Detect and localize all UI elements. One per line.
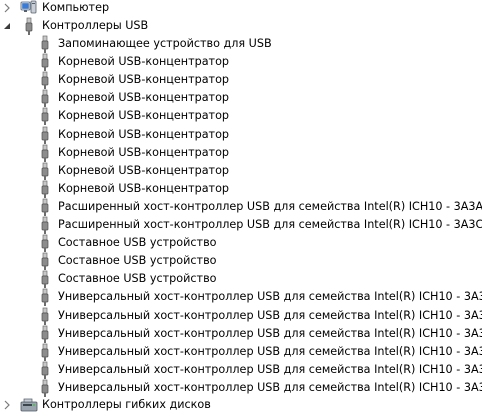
usb-device-label: Универсальный хост-контроллер USB для се… — [58, 326, 482, 340]
usb-device-label: Корневой USB-концентратор — [58, 145, 230, 159]
usb-device-item[interactable]: Универсальный хост-контроллер USB для се… — [36, 379, 482, 397]
usb-device-label: Составное USB устройство — [58, 254, 217, 268]
usb-device-label: Расширенный хост-контроллер USB для семе… — [58, 199, 482, 213]
tree-node-label: Контроллеры гибких дисков — [42, 398, 211, 411]
floppy-controller-icon — [20, 396, 38, 414]
usb-plug-icon — [36, 252, 54, 271]
usb-plug-icon — [36, 361, 54, 379]
computer-icon — [20, 0, 38, 17]
usb-device-label: Корневой USB-концентратор — [58, 181, 230, 195]
usb-device-item[interactable]: Расширенный хост-контроллер USB для семе… — [36, 198, 482, 216]
usb-plug-icon — [36, 180, 54, 198]
usb-plug-icon — [36, 53, 54, 72]
usb-plug-icon — [36, 325, 54, 343]
expand-arrow-icon[interactable] — [2, 0, 12, 17]
usb-plug-icon — [36, 162, 54, 180]
usb-device-label: Составное USB устройство — [58, 236, 217, 250]
usb-device-item[interactable]: Универсальный хост-контроллер USB для се… — [36, 288, 482, 307]
usb-plug-icon — [36, 216, 54, 234]
usb-device-item[interactable]: Составное USB устройство — [36, 234, 217, 253]
usb-device-item[interactable]: Составное USB устройство — [36, 270, 217, 289]
usb-device-item[interactable]: Составное USB устройство — [36, 252, 217, 271]
usb-device-item[interactable]: Универсальный хост-контроллер USB для се… — [36, 343, 482, 361]
tree-node-label: Контроллеры USB — [42, 19, 149, 32]
tree-node-floppy-controllers[interactable]: Контроллеры гибких дисков — [2, 396, 211, 414]
tree-node-label: Компьютер — [42, 1, 110, 14]
usb-plug-icon — [36, 71, 54, 90]
usb-device-label: Корневой USB-концентратор — [58, 55, 230, 69]
usb-device-item[interactable]: Корневой USB-концентратор — [36, 144, 229, 162]
usb-plug-icon — [36, 35, 54, 53]
usb-device-label: Корневой USB-концентратор — [58, 91, 230, 105]
tree-node-usb-controllers[interactable]: Контроллеры USB — [2, 17, 148, 35]
usb-device-item[interactable]: Запоминающее устройство для USB — [36, 35, 272, 53]
usb-device-label: Корневой USB-концентратор — [58, 73, 230, 87]
usb-device-item[interactable]: Корневой USB-концентратор — [36, 89, 230, 108]
usb-plug-icon — [36, 343, 54, 361]
usb-device-label: Универсальный хост-контроллер USB для се… — [58, 290, 482, 304]
usb-plug-icon — [36, 307, 54, 325]
usb-device-label: Универсальный хост-контроллер USB для се… — [58, 344, 482, 358]
usb-device-label: Расширенный хост-контроллер USB для семе… — [58, 218, 482, 231]
usb-device-label: Универсальный хост-контроллер USB для се… — [58, 308, 482, 322]
usb-device-item[interactable]: Расширенный хост-контроллер USB для семе… — [36, 216, 482, 234]
usb-plug-icon — [36, 107, 54, 126]
usb-plug-icon — [36, 234, 54, 253]
tree-node-computer[interactable]: Компьютер — [2, 0, 109, 17]
usb-device-label: Универсальный хост-контроллер USB для се… — [58, 362, 482, 376]
usb-device-label: Корневой USB-концентратор — [58, 163, 230, 177]
usb-device-item[interactable]: Корневой USB-концентратор — [36, 107, 230, 126]
usb-plug-icon — [36, 89, 54, 108]
usb-device-label: Универсальный хост-контроллер USB для се… — [58, 380, 482, 394]
usb-device-label: Запоминающее устройство для USB — [58, 37, 272, 50]
usb-plug-icon — [36, 198, 54, 216]
usb-device-item[interactable]: Корневой USB-концентратор — [36, 180, 229, 198]
usb-plug-icon — [36, 144, 54, 162]
usb-device-item[interactable]: Универсальный хост-контроллер USB для се… — [36, 307, 482, 325]
usb-device-label: Составное USB устройство — [58, 272, 217, 286]
collapse-arrow-icon[interactable] — [2, 17, 12, 35]
usb-plug-icon — [36, 270, 54, 289]
usb-plug-icon — [36, 379, 54, 397]
usb-device-item[interactable]: Корневой USB-концентратор — [36, 126, 229, 144]
usb-device-item[interactable]: Универсальный хост-контроллер USB для се… — [36, 361, 482, 379]
usb-device-label: Корневой USB-концентратор — [58, 127, 230, 141]
usb-plug-icon — [36, 288, 54, 307]
usb-plug-icon — [20, 17, 38, 35]
device-tree[interactable]: Компьютер Контроллеры USB Запоминающее у… — [0, 0, 482, 417]
usb-device-label: Корневой USB-концентратор — [58, 109, 230, 123]
usb-device-item[interactable]: Корневой USB-концентратор — [36, 71, 230, 90]
usb-device-item[interactable]: Универсальный хост-контроллер USB для се… — [36, 325, 482, 343]
usb-device-item[interactable]: Корневой USB-концентратор — [36, 162, 229, 180]
expand-arrow-icon[interactable] — [2, 396, 12, 414]
usb-plug-icon — [36, 126, 54, 144]
usb-device-item[interactable]: Корневой USB-концентратор — [36, 53, 230, 72]
